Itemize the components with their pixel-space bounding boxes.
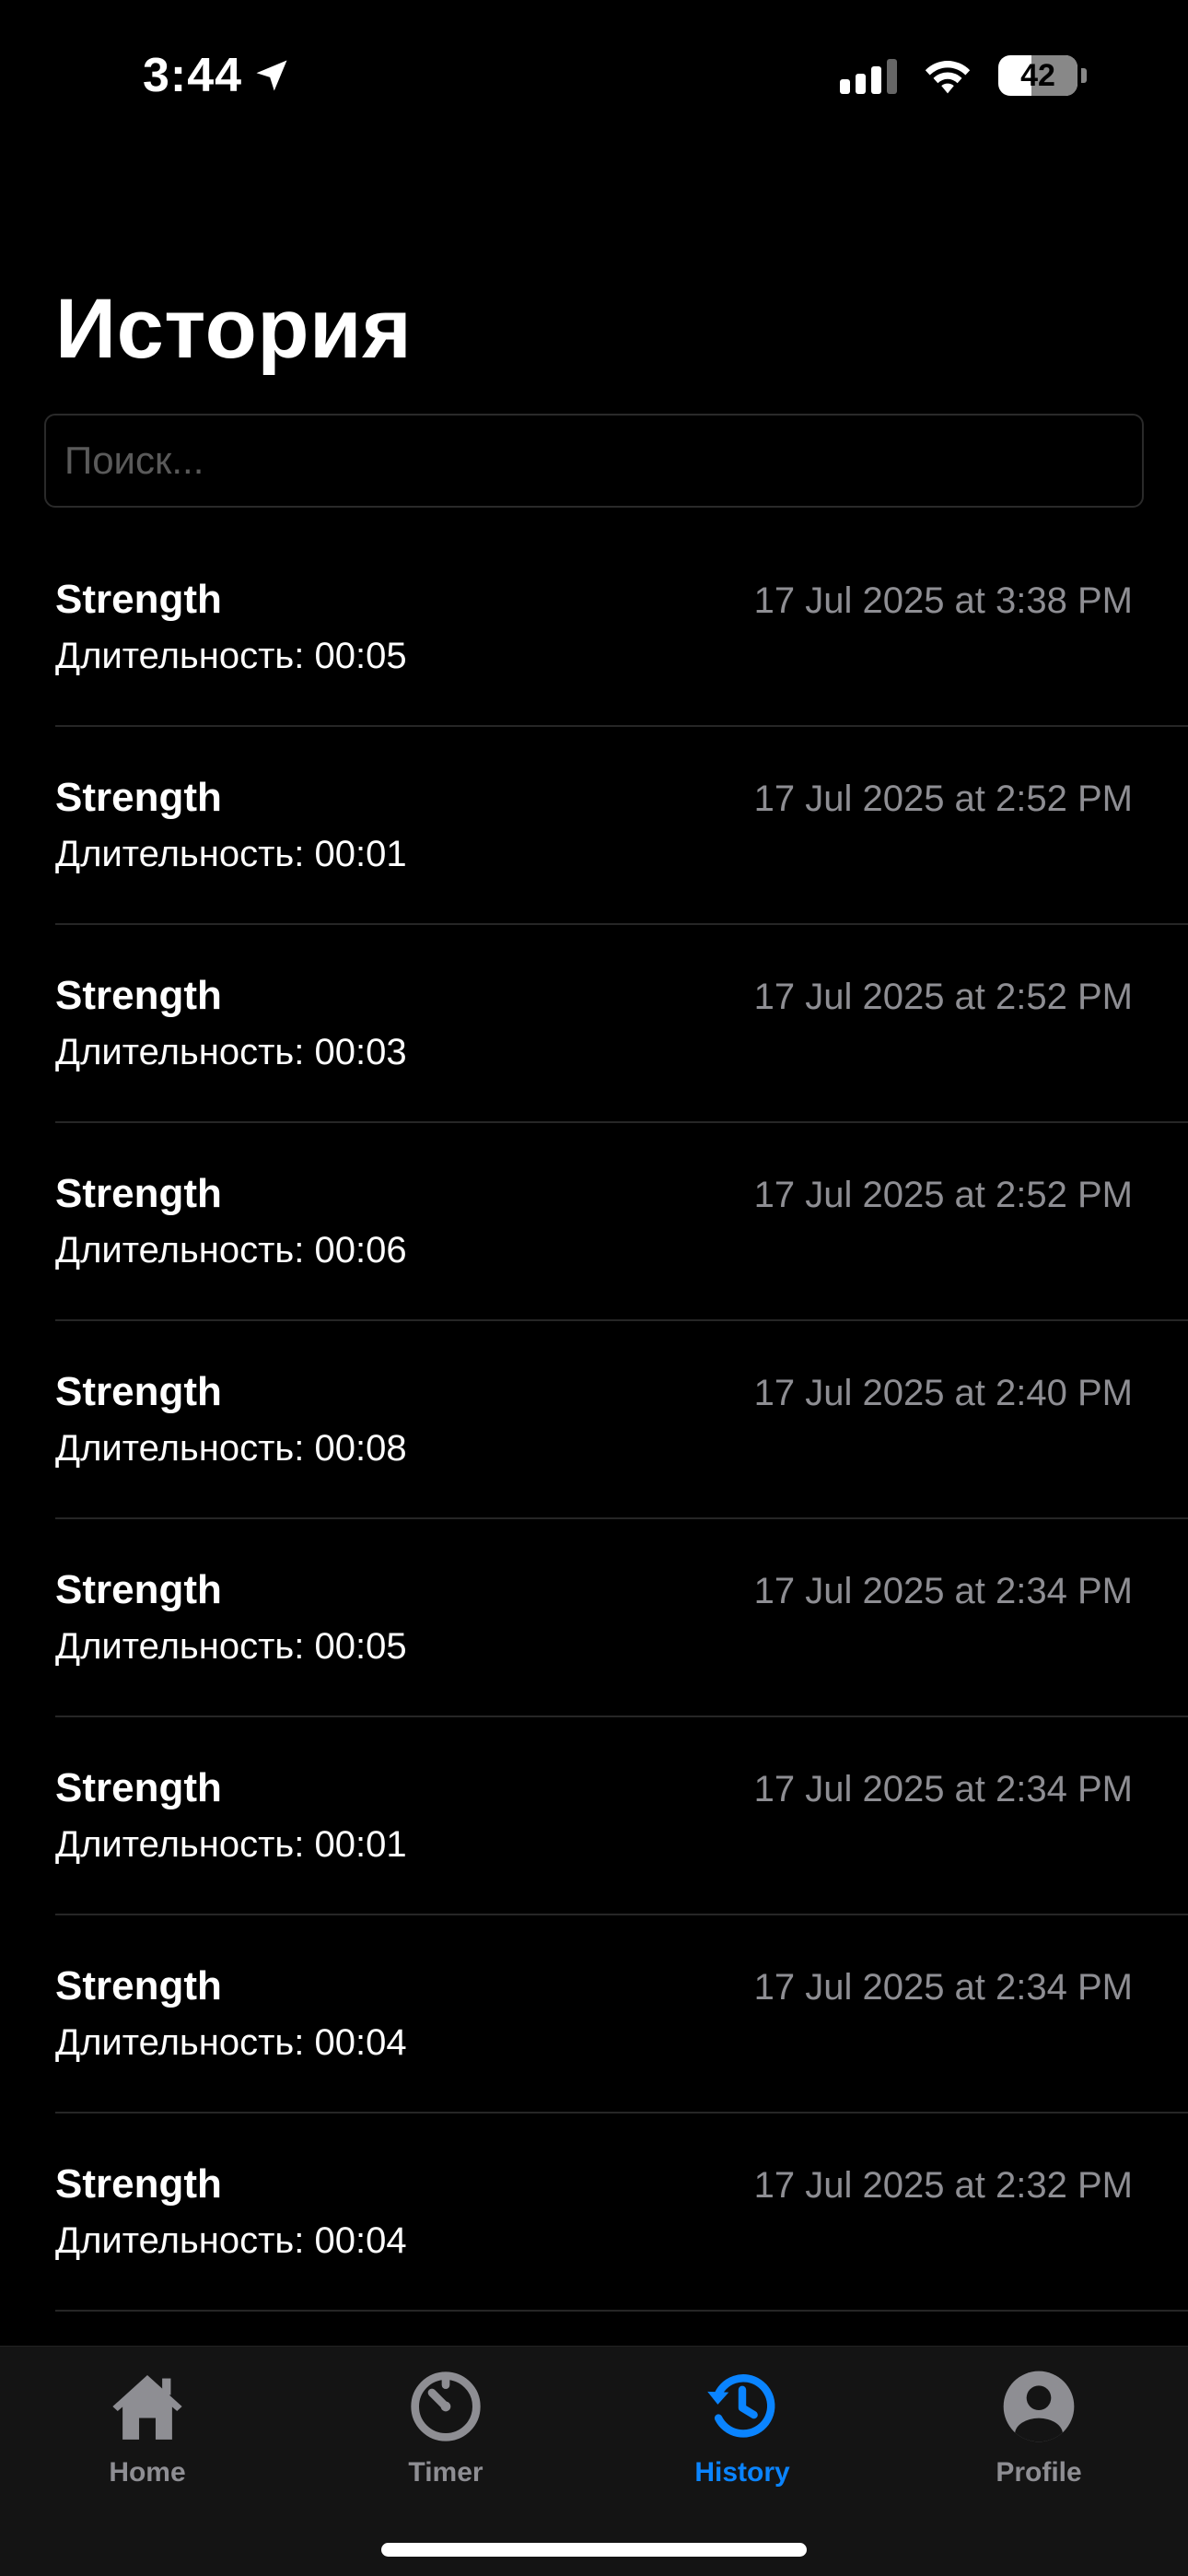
workout-title: Strength <box>55 577 222 622</box>
status-bar: 3:44 42 <box>0 0 1188 157</box>
tab-history-label: History <box>694 2457 790 2488</box>
list-item[interactable]: Strength Длительность: 00:05 17 Jul 2025… <box>55 529 1188 727</box>
workout-duration: Длительность: 00:01 <box>55 834 407 874</box>
workout-date: 17 Jul 2025 at 2:40 PM <box>753 1373 1133 1413</box>
timer-icon <box>406 2367 485 2446</box>
house-icon <box>108 2367 187 2446</box>
tab-timer[interactable]: Timer <box>344 2367 547 2505</box>
list-item[interactable]: Strength Длительность: 00:08 17 Jul 2025… <box>55 1321 1188 1519</box>
list-item[interactable]: Strength Длительность: 00:05 17 Jul 2025… <box>55 1519 1188 1717</box>
home-indicator <box>381 2543 807 2557</box>
workout-title: Strength <box>55 1765 222 1810</box>
battery-icon: 42 <box>998 55 1077 96</box>
workout-date: 17 Jul 2025 at 2:34 PM <box>753 1571 1133 1611</box>
workout-date: 17 Jul 2025 at 2:34 PM <box>753 1967 1133 2008</box>
cellular-signal-icon <box>840 57 897 94</box>
workout-duration: Длительность: 00:03 <box>55 1032 407 1072</box>
history-icon <box>703 2367 782 2446</box>
workout-title: Strength <box>55 973 222 1018</box>
workout-duration: Длительность: 00:01 <box>55 1824 407 1865</box>
search-input[interactable] <box>64 439 1142 483</box>
list-item[interactable]: Strength Длительность: 00:03 17 Jul 2025… <box>55 925 1188 1123</box>
battery-indicator: 42 <box>998 55 1087 96</box>
screen: 3:44 42 История Поиск... Strength Длител… <box>0 0 1188 2576</box>
workout-duration: Длительность: 00:04 <box>55 2022 407 2063</box>
status-time-text: 3:44 <box>143 49 243 102</box>
workout-date: 17 Jul 2025 at 2:32 PM <box>753 2165 1133 2206</box>
workout-duration: Длительность: 00:05 <box>55 636 407 676</box>
workout-title: Strength <box>55 2161 222 2207</box>
battery-level: 42 <box>1020 57 1055 93</box>
tab-profile-label: Profile <box>996 2457 1082 2488</box>
tab-home-label: Home <box>109 2457 186 2488</box>
list-item[interactable]: Strength Длительность: 00:01 17 Jul 2025… <box>55 727 1188 925</box>
workout-date: 17 Jul 2025 at 2:34 PM <box>753 1769 1133 1809</box>
person-circle-icon <box>999 2367 1078 2446</box>
list-item[interactable]: Strength Длительность: 00:04 17 Jul 2025… <box>55 1915 1188 2113</box>
location-arrow-icon <box>256 60 287 91</box>
tab-timer-label: Timer <box>408 2457 483 2488</box>
workout-duration: Длительность: 00:08 <box>55 1428 407 1469</box>
tab-history[interactable]: History <box>641 2367 844 2505</box>
workout-title: Strength <box>55 1171 222 1216</box>
workout-duration: Длительность: 00:04 <box>55 2220 407 2261</box>
history-list: Strength Длительность: 00:05 17 Jul 2025… <box>0 529 1188 2312</box>
workout-title: Strength <box>55 1567 222 1612</box>
workout-title: Strength <box>55 1963 222 2008</box>
search-field[interactable] <box>44 414 1144 508</box>
tab-home[interactable]: Home <box>46 2367 249 2505</box>
workout-title: Strength <box>55 1369 222 1414</box>
workout-duration: Длительность: 00:05 <box>55 1626 407 1667</box>
list-item[interactable]: Strength Длительность: 00:06 17 Jul 2025… <box>55 1123 1188 1321</box>
workout-date: 17 Jul 2025 at 2:52 PM <box>753 779 1133 819</box>
tab-bar: Home Timer History Profile <box>0 2346 1188 2576</box>
status-indicators: 42 <box>840 55 1087 96</box>
list-item[interactable]: Strength Длительность: 00:04 17 Jul 2025… <box>55 2113 1188 2312</box>
workout-duration: Длительность: 00:06 <box>55 1230 407 1270</box>
workout-date: 17 Jul 2025 at 2:52 PM <box>753 977 1133 1017</box>
list-item[interactable]: Strength Длительность: 00:01 17 Jul 2025… <box>55 1717 1188 1915</box>
page-title: История <box>55 282 413 376</box>
tab-profile[interactable]: Profile <box>938 2367 1140 2505</box>
wifi-icon <box>925 61 971 94</box>
workout-title: Strength <box>55 775 222 820</box>
workout-date: 17 Jul 2025 at 2:52 PM <box>753 1175 1133 1215</box>
workout-date: 17 Jul 2025 at 3:38 PM <box>753 580 1133 621</box>
status-time: 3:44 <box>143 48 292 103</box>
